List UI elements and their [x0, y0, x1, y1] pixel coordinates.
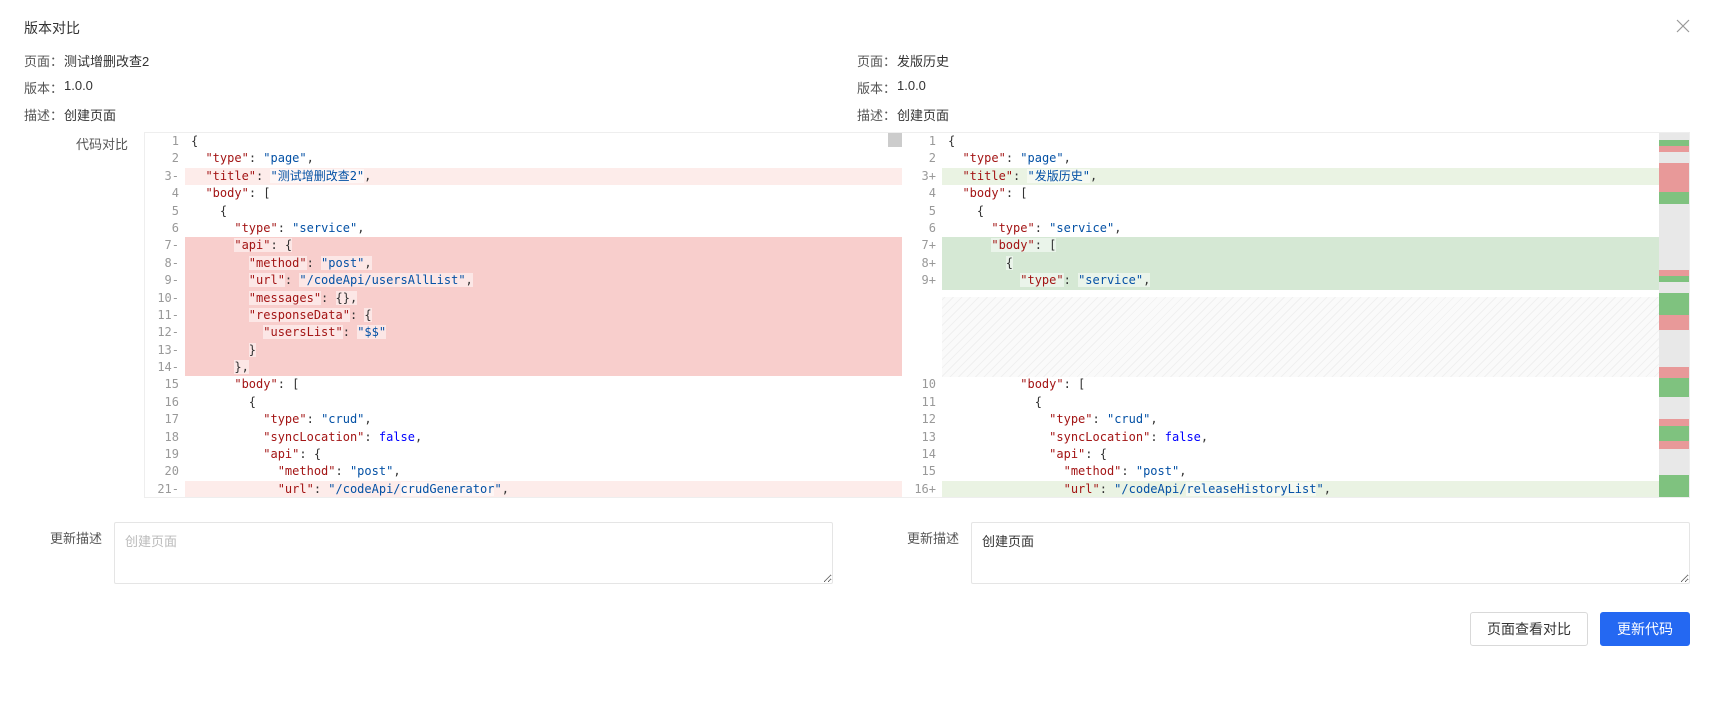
compare-page-button[interactable]: 页面查看对比	[1470, 612, 1588, 646]
left-desc-value: 创建页面	[64, 105, 116, 124]
right-update-desc-label: 更新描述	[881, 522, 971, 584]
left-page-value: 测试增删改查2	[64, 51, 149, 70]
right-page-label: 页面：	[857, 51, 897, 70]
right-page-value: 发版历史	[897, 51, 949, 70]
right-desc-label: 描述：	[857, 105, 897, 124]
right-desc-value: 创建页面	[897, 105, 949, 124]
diff-right-pane[interactable]: 123+4567+8+9+10111213141516+ { "type": "…	[902, 133, 1659, 497]
right-version-value: 1.0.0	[897, 78, 926, 97]
diff-left-pane[interactable]: 123-4567-8-9-10-11-12-13-14-151617181920…	[145, 133, 902, 497]
diff-editor[interactable]: 123-4567-8-9-10-11-12-13-14-151617181920…	[144, 132, 1690, 498]
close-icon[interactable]	[1676, 16, 1690, 39]
dialog-header: 版本对比	[24, 16, 1690, 51]
update-code-button[interactable]: 更新代码	[1600, 612, 1690, 646]
diff-label: 代码对比	[24, 132, 144, 498]
left-version-label: 版本：	[24, 78, 64, 97]
left-update-desc-label: 更新描述	[24, 522, 114, 584]
left-version-value: 1.0.0	[64, 78, 93, 97]
right-version-label: 版本：	[857, 78, 897, 97]
left-update-desc-input[interactable]	[114, 522, 833, 584]
left-page-label: 页面：	[24, 51, 64, 70]
scrollbar-thumb[interactable]	[888, 133, 902, 147]
left-desc-label: 描述：	[24, 105, 64, 124]
right-update-desc-input[interactable]	[971, 522, 1690, 584]
diff-overview-ruler[interactable]	[1659, 133, 1689, 497]
dialog-title: 版本对比	[24, 18, 80, 38]
